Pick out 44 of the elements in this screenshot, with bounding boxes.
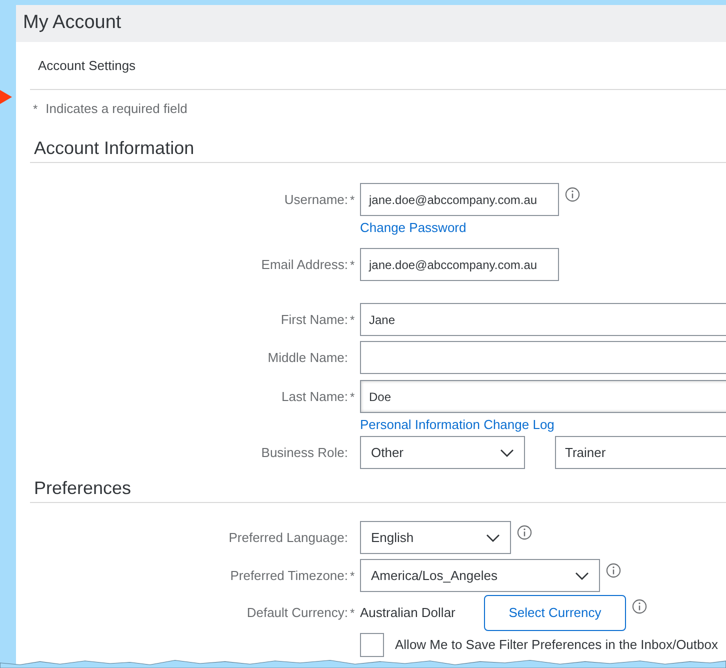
field-label: Email Address: [261,256,348,274]
dropdown-select[interactable]: English [360,521,511,554]
link[interactable]: Personal Information Change Log [360,417,554,433]
info-icon[interactable] [632,599,647,614]
info-icon[interactable] [565,187,580,202]
account-settings-tab[interactable]: Account Settings [38,56,136,76]
pointer-arrow-icon [0,90,12,104]
required-asterisk: * [350,256,355,274]
select-currency-button[interactable]: Select Currency [484,595,626,631]
field-label: Business Role: [261,444,348,462]
required-asterisk: * [350,388,355,406]
section-heading: Account Information [34,137,194,159]
chevron-down-icon [500,448,514,456]
field-label: Middle Name: [268,348,348,367]
field-label: Preferred Language: [228,528,348,547]
required-asterisk: * [350,312,355,328]
page-title: My Account [23,11,122,36]
text-field[interactable]: Trainer [555,436,726,469]
info-icon[interactable] [606,563,621,578]
checkbox[interactable] [360,633,384,657]
required-asterisk: * [33,100,38,118]
dropdown-select[interactable]: America/Los_Angeles [360,559,600,592]
text-field[interactable] [360,341,726,374]
dropdown-select[interactable]: Other [360,436,525,469]
required-asterisk: * [350,605,355,622]
text-field[interactable]: Jane [360,303,726,336]
chevron-down-icon [575,572,589,580]
field-label: Preferred Timezone: [230,566,348,585]
required-asterisk: * [350,192,355,208]
chevron-down-icon [486,534,500,542]
field-label: Last Name: [282,388,348,406]
section-heading: Preferences [34,477,132,499]
required-asterisk: * [350,568,355,584]
field-label: Default Currency: [246,604,348,622]
text-field[interactable]: Doe [360,380,726,413]
required-note: Indicates a required field [46,100,188,118]
link[interactable]: Change Password [360,220,466,236]
checkbox-label: Allow Me to Save Filter Preferences in the Inbox/Outbox [395,636,718,654]
info-icon[interactable] [517,525,532,540]
text-field[interactable]: jane.doe@abccompany.com.au [360,248,559,281]
text-field[interactable]: jane.doe@abccompany.com.au [360,183,559,216]
field-label: Username: [284,190,348,209]
field-label: First Name: [280,310,348,329]
currency-value: Australian Dollar [360,604,456,622]
